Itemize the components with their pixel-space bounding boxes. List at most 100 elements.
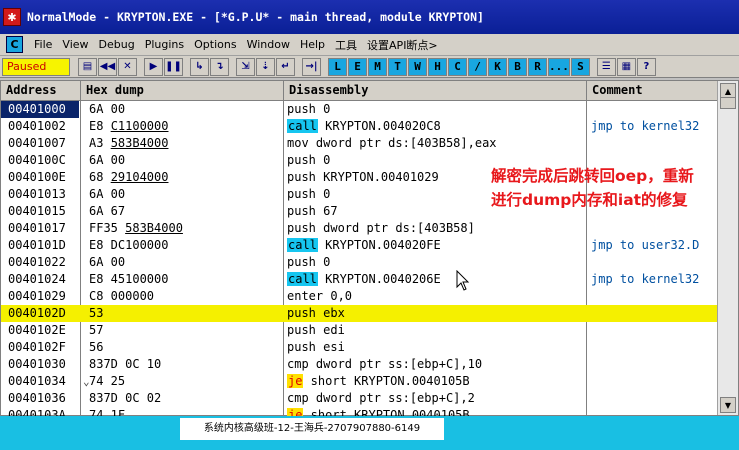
trace-over-icon[interactable]: ⇣ xyxy=(256,57,275,76)
operands: mov dword ptr ds:[403B58],eax xyxy=(287,136,497,150)
code-row[interactable]: 00401034 ⌄ 74 25 je short KRYPTON.0040105B xyxy=(1,373,717,390)
row-disassembly: push 0 xyxy=(284,101,584,118)
handles-window-button[interactable]: H xyxy=(428,57,447,76)
execute-till-return-icon[interactable]: ↵ xyxy=(276,57,295,76)
open-icon[interactable]: ▤ xyxy=(78,57,97,76)
row-address: 0040102D xyxy=(8,306,66,320)
menu-bar: C File View Debug Plugins Options Window… xyxy=(0,34,739,56)
row-address: 00401022 xyxy=(8,255,66,269)
scroll-down-icon[interactable]: ▼ xyxy=(720,397,736,413)
operands: push 67 xyxy=(287,204,338,218)
cpu-window-button[interactable]: C xyxy=(448,57,467,76)
row-disassembly: call KRYPTON.004020C8 xyxy=(284,118,584,135)
hex-bytes: 6A 00 xyxy=(89,255,126,269)
vertical-scrollbar[interactable]: ▲ ▼ xyxy=(717,81,738,415)
restart-icon[interactable]: ◀◀ xyxy=(98,57,117,76)
row-comment xyxy=(587,322,717,339)
row-hex: 6A 00 xyxy=(81,254,281,271)
code-row[interactable]: 00401024 E8 45100000 call KRYPTON.0040206E… xyxy=(1,271,717,288)
row-comment xyxy=(587,339,717,356)
code-row[interactable]: 0040102E 57 push edi xyxy=(1,322,717,339)
code-row[interactable]: 00401030 837D 0C 10 cmp dword ptr ss:[ebp+… xyxy=(1,356,717,373)
code-row[interactable]: 0040101D E8 DC100000 call KRYPTON.004020FE… xyxy=(1,237,717,254)
pause-icon[interactable]: ❚❚ xyxy=(164,57,183,76)
operands: KRYPTON.004020FE xyxy=(317,238,441,252)
hex-bytes: 6A 00 xyxy=(89,153,126,167)
row-hex: E8 DC100000 xyxy=(81,237,281,254)
operands: push dword ptr ds:[403B58] xyxy=(287,221,475,235)
call-stack-button[interactable]: K xyxy=(488,57,507,76)
threads-window-button[interactable]: T xyxy=(388,57,407,76)
menu-plugins[interactable]: Plugins xyxy=(140,38,189,51)
log-window-button[interactable]: L xyxy=(328,57,347,76)
code-row[interactable]: 00401000 6A 00 push 0 xyxy=(1,101,717,118)
goto-icon[interactable]: →| xyxy=(302,57,321,76)
menu-options[interactable]: Options xyxy=(189,38,241,51)
row-hex: 68 29104000 xyxy=(81,169,281,186)
grid-icon[interactable]: ▦ xyxy=(616,57,636,76)
menu-file[interactable]: File xyxy=(29,38,57,51)
row-address: 0040101D xyxy=(8,238,66,252)
patches-window-button[interactable]: / xyxy=(468,57,487,76)
operands: enter 0,0 xyxy=(287,289,353,303)
step-over-icon[interactable]: ↴ xyxy=(210,57,229,76)
window-title: NormalMode - KRYPTON.EXE - [*G.P.U* - ma… xyxy=(27,10,484,24)
close-icon[interactable]: ✕ xyxy=(118,57,137,76)
row-hex: 837D 0C 02 xyxy=(81,390,281,407)
code-row[interactable]: 00401002 E8 C1100000 call KRYPTON.004020C8… xyxy=(1,118,717,135)
code-row[interactable]: 0040102F 56 push esi xyxy=(1,339,717,356)
code-row[interactable]: 00401017 FF35 583B4000 push dword ptr ds:[… xyxy=(1,220,717,237)
modules-window-button[interactable]: E xyxy=(348,57,367,76)
row-address: 00401017 xyxy=(8,221,66,235)
row-comment: jmp to kernel32 xyxy=(591,119,700,133)
row-address: 00401034 xyxy=(8,374,66,388)
app-bug-icon[interactable]: ✱ xyxy=(3,8,21,26)
source-window-button[interactable]: S xyxy=(570,57,590,76)
run-icon[interactable]: ▶ xyxy=(144,57,163,76)
row-address: 0040100C xyxy=(8,153,66,167)
windows-window-button[interactable]: W xyxy=(408,57,427,76)
help-icon[interactable]: ? xyxy=(636,57,656,76)
menu-window[interactable]: Window xyxy=(242,38,295,51)
column-disassembly[interactable]: Disassembly xyxy=(284,81,587,101)
hex-bytes: 837D 0C 10 xyxy=(89,357,162,371)
menu-help[interactable]: Help xyxy=(295,38,330,51)
row-hex: E8 C1100000 xyxy=(81,118,281,135)
disassembly-pane[interactable]: Address Hex dump Disassembly Comment 004… xyxy=(0,80,739,422)
row-disassembly: cmp dword ptr ss:[ebp+C],2 xyxy=(284,390,584,407)
code-row[interactable]: 0040102D 53 push ebx xyxy=(1,305,717,322)
menu-debug[interactable]: Debug xyxy=(94,38,140,51)
row-disassembly: je short KRYPTON.0040105B xyxy=(284,373,584,390)
list-icon[interactable]: ☰ xyxy=(596,57,616,76)
hex-bytes: 6A 00 xyxy=(89,102,126,116)
menu-set-api-breakpoint[interactable]: 设置API断点> xyxy=(362,37,443,53)
code-row[interactable]: 00401036 837D 0C 02 cmp dword ptr ss:[ebp+… xyxy=(1,390,717,407)
column-address[interactable]: Address xyxy=(1,81,81,101)
operands: KRYPTON.0040206E xyxy=(317,272,441,286)
step-into-icon[interactable]: ↳ xyxy=(190,57,209,76)
column-comment[interactable]: Comment xyxy=(587,81,718,101)
references-window-button[interactable]: R xyxy=(528,57,547,76)
menu-view[interactable]: View xyxy=(57,38,93,51)
cpu-window-icon[interactable]: C xyxy=(6,36,23,53)
run-trace-button[interactable]: ... xyxy=(548,57,570,76)
operands: push KRYPTON.00401029 xyxy=(287,170,439,184)
code-row[interactable]: 00401022 6A 00 push 0 xyxy=(1,254,717,271)
row-comment xyxy=(587,356,717,373)
annotation-line-1: 解密完成后跳转回oep，重新 xyxy=(491,167,694,185)
menu-tools[interactable]: 工具 xyxy=(330,37,362,53)
row-hex: 6A 67 xyxy=(81,203,281,220)
annotation-line-2: 进行dump内存和iat的修复 xyxy=(491,191,688,209)
code-row[interactable]: 00401007 A3 583B4000 mov dword ptr ds:[403… xyxy=(1,135,717,152)
row-comment: jmp to user32.D xyxy=(591,238,700,252)
column-hex-dump[interactable]: Hex dump xyxy=(81,81,284,101)
row-disassembly: push dword ptr ds:[403B58] xyxy=(284,220,584,237)
code-row[interactable]: 00401029 C8 000000 enter 0,0 xyxy=(1,288,717,305)
memory-window-button[interactable]: M xyxy=(368,57,387,76)
row-hex: 74 25 xyxy=(81,373,281,390)
row-disassembly: push 0 xyxy=(284,254,584,271)
scroll-thumb[interactable] xyxy=(720,97,736,109)
breakpoints-window-button[interactable]: B xyxy=(508,57,527,76)
trace-into-icon[interactable]: ⇲ xyxy=(236,57,255,76)
operands: push esi xyxy=(287,340,345,354)
